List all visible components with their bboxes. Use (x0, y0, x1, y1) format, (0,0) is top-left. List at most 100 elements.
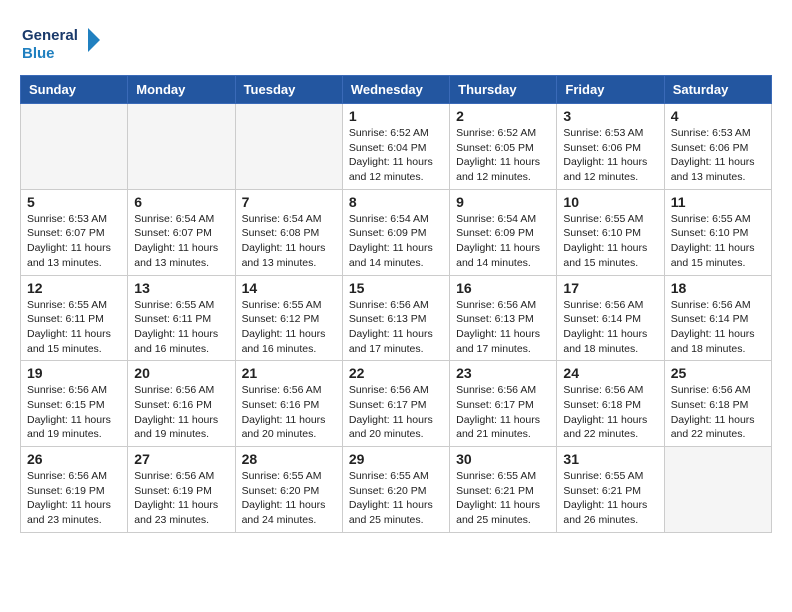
calendar-cell: 14 Sunrise: 6:55 AMSunset: 6:12 PMDayligh… (235, 275, 342, 361)
day-number: 10 (563, 194, 657, 210)
cell-info: Sunrise: 6:56 AMSunset: 6:14 PMDaylight:… (671, 298, 765, 357)
calendar-cell: 8 Sunrise: 6:54 AMSunset: 6:09 PMDaylight… (342, 189, 449, 275)
cell-info: Sunrise: 6:53 AMSunset: 6:06 PMDaylight:… (563, 126, 657, 185)
cell-info: Sunrise: 6:54 AMSunset: 6:08 PMDaylight:… (242, 212, 336, 271)
calendar-cell: 2 Sunrise: 6:52 AMSunset: 6:05 PMDaylight… (450, 104, 557, 190)
day-number: 3 (563, 108, 657, 124)
calendar-cell: 15 Sunrise: 6:56 AMSunset: 6:13 PMDayligh… (342, 275, 449, 361)
calendar-cell: 31 Sunrise: 6:55 AMSunset: 6:21 PMDayligh… (557, 447, 664, 533)
calendar-week-5: 26 Sunrise: 6:56 AMSunset: 6:19 PMDayligh… (21, 447, 772, 533)
cell-info: Sunrise: 6:56 AMSunset: 6:13 PMDaylight:… (456, 298, 550, 357)
day-number: 30 (456, 451, 550, 467)
calendar-cell: 18 Sunrise: 6:56 AMSunset: 6:14 PMDayligh… (664, 275, 771, 361)
calendar-week-1: 1 Sunrise: 6:52 AMSunset: 6:04 PMDaylight… (21, 104, 772, 190)
cell-info: Sunrise: 6:54 AMSunset: 6:09 PMDaylight:… (349, 212, 443, 271)
day-number: 4 (671, 108, 765, 124)
day-number: 14 (242, 280, 336, 296)
day-number: 6 (134, 194, 228, 210)
cell-info: Sunrise: 6:56 AMSunset: 6:16 PMDaylight:… (134, 383, 228, 442)
day-number: 26 (27, 451, 121, 467)
day-number: 8 (349, 194, 443, 210)
calendar-cell: 7 Sunrise: 6:54 AMSunset: 6:08 PMDaylight… (235, 189, 342, 275)
calendar-week-4: 19 Sunrise: 6:56 AMSunset: 6:15 PMDayligh… (21, 361, 772, 447)
calendar-cell (664, 447, 771, 533)
day-number: 19 (27, 365, 121, 381)
calendar-week-3: 12Sunrise: 6:55 AMSunset: 6:11 PMDayligh… (21, 275, 772, 361)
calendar-cell: 17 Sunrise: 6:56 AMSunset: 6:14 PMDayligh… (557, 275, 664, 361)
calendar-cell: 3 Sunrise: 6:53 AMSunset: 6:06 PMDaylight… (557, 104, 664, 190)
day-number: 31 (563, 451, 657, 467)
day-number: 15 (349, 280, 443, 296)
cell-info: Sunrise: 6:54 AMSunset: 6:09 PMDaylight:… (456, 212, 550, 271)
day-number: 13 (134, 280, 228, 296)
calendar-cell: 27 Sunrise: 6:56 AMSunset: 6:19 PMDayligh… (128, 447, 235, 533)
weekday-header-sunday: Sunday (21, 76, 128, 104)
cell-info: Sunrise: 6:55 AMSunset: 6:10 PMDaylight:… (563, 212, 657, 271)
day-number: 18 (671, 280, 765, 296)
cell-info: Sunrise: 6:55 AMSunset: 6:10 PMDaylight:… (671, 212, 765, 271)
weekday-header-monday: Monday (128, 76, 235, 104)
cell-info: Sunrise: 6:55 AMSunset: 6:12 PMDaylight:… (242, 298, 336, 357)
calendar-cell: 5Sunrise: 6:53 AMSunset: 6:07 PMDaylight… (21, 189, 128, 275)
weekday-header-row: SundayMondayTuesdayWednesdayThursdayFrid… (21, 76, 772, 104)
calendar-cell: 21 Sunrise: 6:56 AMSunset: 6:16 PMDayligh… (235, 361, 342, 447)
calendar-cell: 23Sunrise: 6:56 AMSunset: 6:17 PMDayligh… (450, 361, 557, 447)
cell-info: Sunrise: 6:52 AMSunset: 6:04 PMDaylight:… (349, 126, 443, 185)
page-header: General Blue (20, 20, 772, 65)
cell-info: Sunrise: 6:56 AMSunset: 6:18 PMDaylight:… (563, 383, 657, 442)
weekday-header-thursday: Thursday (450, 76, 557, 104)
cell-info: Sunrise: 6:56 AMSunset: 6:19 PMDaylight:… (134, 469, 228, 528)
calendar-cell (21, 104, 128, 190)
day-number: 2 (456, 108, 550, 124)
day-number: 9 (456, 194, 550, 210)
cell-info: Sunrise: 6:56 AMSunset: 6:16 PMDaylight:… (242, 383, 336, 442)
calendar-cell: 4 Sunrise: 6:53 AMSunset: 6:06 PMDaylight… (664, 104, 771, 190)
calendar-cell: 13 Sunrise: 6:55 AMSunset: 6:11 PMDayligh… (128, 275, 235, 361)
day-number: 25 (671, 365, 765, 381)
calendar-cell: 12Sunrise: 6:55 AMSunset: 6:11 PMDayligh… (21, 275, 128, 361)
cell-info: Sunrise: 6:55 AMSunset: 6:11 PMDaylight:… (134, 298, 228, 357)
cell-info: Sunrise: 6:55 AMSunset: 6:21 PMDaylight:… (563, 469, 657, 528)
calendar-cell: 24 Sunrise: 6:56 AMSunset: 6:18 PMDayligh… (557, 361, 664, 447)
day-number: 17 (563, 280, 657, 296)
calendar-cell: 25Sunrise: 6:56 AMSunset: 6:18 PMDayligh… (664, 361, 771, 447)
day-number: 21 (242, 365, 336, 381)
calendar-cell: 6 Sunrise: 6:54 AMSunset: 6:07 PMDaylight… (128, 189, 235, 275)
cell-info: Sunrise: 6:56 AMSunset: 6:13 PMDaylight:… (349, 298, 443, 357)
day-number: 5 (27, 194, 121, 210)
cell-info: Sunrise: 6:56 AMSunset: 6:15 PMDaylight:… (27, 383, 121, 442)
calendar-table: SundayMondayTuesdayWednesdayThursdayFrid… (20, 75, 772, 533)
svg-text:Blue: Blue (22, 45, 55, 62)
generalblue-logo: General Blue (20, 20, 100, 65)
cell-info: Sunrise: 6:55 AMSunset: 6:21 PMDaylight:… (456, 469, 550, 528)
cell-info: Sunrise: 6:55 AMSunset: 6:20 PMDaylight:… (349, 469, 443, 528)
cell-info: Sunrise: 6:56 AMSunset: 6:19 PMDaylight:… (27, 469, 121, 528)
cell-info: Sunrise: 6:56 AMSunset: 6:14 PMDaylight:… (563, 298, 657, 357)
calendar-cell: 10 Sunrise: 6:55 AMSunset: 6:10 PMDayligh… (557, 189, 664, 275)
cell-info: Sunrise: 6:54 AMSunset: 6:07 PMDaylight:… (134, 212, 228, 271)
day-number: 1 (349, 108, 443, 124)
day-number: 7 (242, 194, 336, 210)
calendar-cell: 29 Sunrise: 6:55 AMSunset: 6:20 PMDayligh… (342, 447, 449, 533)
logo: General Blue (20, 20, 100, 65)
calendar-cell: 9 Sunrise: 6:54 AMSunset: 6:09 PMDaylight… (450, 189, 557, 275)
weekday-header-saturday: Saturday (664, 76, 771, 104)
cell-info: Sunrise: 6:55 AMSunset: 6:11 PMDaylight:… (27, 298, 121, 357)
calendar-cell: 22Sunrise: 6:56 AMSunset: 6:17 PMDayligh… (342, 361, 449, 447)
day-number: 16 (456, 280, 550, 296)
calendar-cell: 20Sunrise: 6:56 AMSunset: 6:16 PMDayligh… (128, 361, 235, 447)
calendar-cell: 11Sunrise: 6:55 AMSunset: 6:10 PMDayligh… (664, 189, 771, 275)
weekday-header-wednesday: Wednesday (342, 76, 449, 104)
calendar-cell: 16 Sunrise: 6:56 AMSunset: 6:13 PMDayligh… (450, 275, 557, 361)
calendar-cell: 30 Sunrise: 6:55 AMSunset: 6:21 PMDayligh… (450, 447, 557, 533)
cell-info: Sunrise: 6:55 AMSunset: 6:20 PMDaylight:… (242, 469, 336, 528)
cell-info: Sunrise: 6:56 AMSunset: 6:17 PMDaylight:… (349, 383, 443, 442)
svg-text:General: General (22, 27, 78, 44)
day-number: 24 (563, 365, 657, 381)
cell-info: Sunrise: 6:52 AMSunset: 6:05 PMDaylight:… (456, 126, 550, 185)
calendar-cell: 26 Sunrise: 6:56 AMSunset: 6:19 PMDayligh… (21, 447, 128, 533)
day-number: 29 (349, 451, 443, 467)
calendar-cell (235, 104, 342, 190)
day-number: 27 (134, 451, 228, 467)
cell-info: Sunrise: 6:53 AMSunset: 6:06 PMDaylight:… (671, 126, 765, 185)
